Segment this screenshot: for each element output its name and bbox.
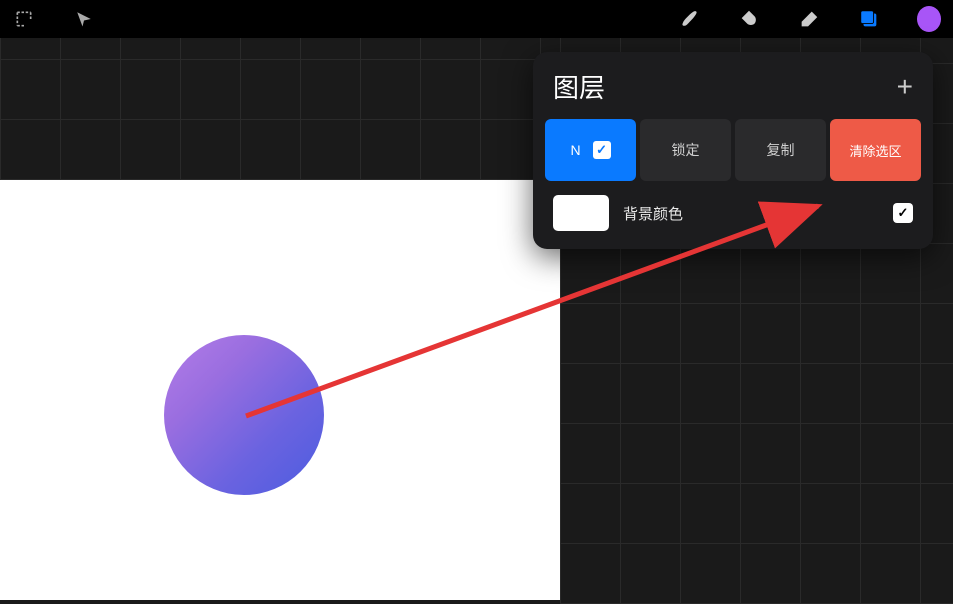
clear-selection-button[interactable]: 清除选区 <box>830 119 921 181</box>
move-tool-icon[interactable] <box>72 7 96 31</box>
eraser-icon[interactable] <box>797 7 821 31</box>
top-toolbar <box>0 0 953 38</box>
duplicate-label: 复制 <box>767 140 795 160</box>
blend-mode-label: N <box>570 142 580 158</box>
duplicate-button[interactable]: 复制 <box>735 119 826 181</box>
background-thumbnail <box>553 195 609 231</box>
layer-action-row: N ✓ 锁定 复制 清除选区 <box>545 119 921 181</box>
smudge-icon[interactable] <box>737 7 761 31</box>
layer-visible-checkbox[interactable]: ✓ <box>593 141 611 159</box>
gradient-circle-artwork <box>164 335 324 495</box>
layers-panel: 图层 + N ✓ 锁定 复制 清除选区 背景颜色 ✓ <box>533 52 933 249</box>
background-layer-row[interactable]: 背景颜色 ✓ <box>545 189 921 237</box>
color-swatch[interactable] <box>917 7 941 31</box>
lock-button[interactable]: 锁定 <box>640 119 731 181</box>
lock-label: 锁定 <box>672 140 700 160</box>
layers-icon[interactable] <box>857 7 881 31</box>
blend-mode-button[interactable]: N ✓ <box>545 119 636 181</box>
brush-icon[interactable] <box>677 7 701 31</box>
add-layer-icon[interactable]: + <box>897 71 913 103</box>
selection-tool-icon[interactable] <box>12 7 36 31</box>
current-color-circle <box>917 6 941 32</box>
background-label: 背景颜色 <box>623 203 879 224</box>
clear-selection-label: 清除选区 <box>849 141 901 160</box>
layers-panel-title: 图层 <box>553 68 605 105</box>
canvas[interactable] <box>0 180 560 600</box>
background-visible-checkbox[interactable]: ✓ <box>893 203 913 223</box>
